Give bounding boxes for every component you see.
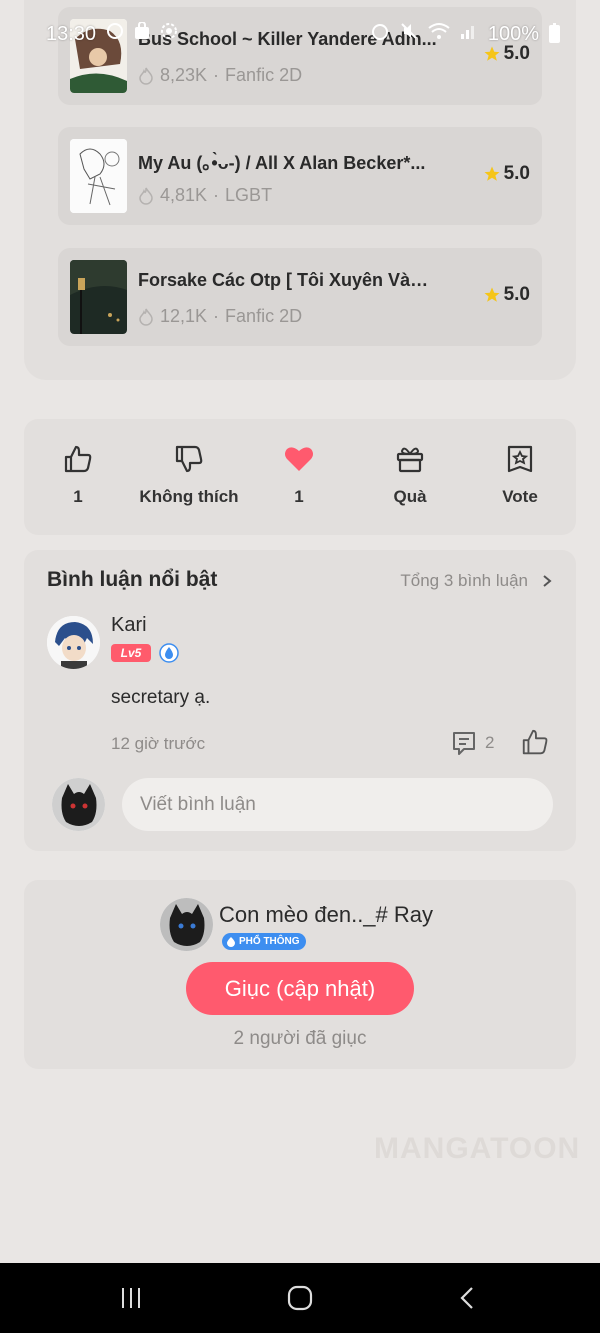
novel-views: 4,81K (160, 185, 208, 205)
vote-label: Vote (502, 487, 538, 506)
novel-genre: Fanfic 2D (225, 306, 303, 326)
comments-section: Bình luận nổi bật Tổng 3 bình luận Kari … (24, 550, 576, 851)
shopping-bag-icon (134, 21, 150, 46)
fire-icon (139, 308, 153, 326)
comment-input[interactable] (122, 778, 553, 831)
my-avatar (52, 778, 105, 831)
author-section: Con mèo đen.._# Ray PHỔ THÔNG Giục (cập … (24, 880, 576, 1069)
comment-text: secretary ạ. (111, 687, 211, 708)
drop-icon (227, 937, 235, 947)
dislike-button[interactable]: Không thích (129, 443, 249, 507)
fire-icon (139, 187, 153, 205)
vote-ticket-icon (507, 445, 533, 473)
settings-icon (160, 22, 178, 46)
avatar[interactable] (47, 616, 100, 669)
heart-icon (285, 447, 313, 471)
notification-icon (106, 22, 124, 46)
comment-like-button[interactable] (520, 727, 550, 762)
novel-item[interactable]: My Au (｡•̀ᴗ-) / All X Alan Becker*... 4,… (58, 127, 542, 225)
vote-button[interactable]: Vote (460, 443, 580, 507)
reply-button[interactable]: 2 (451, 730, 494, 756)
novel-meta: 4,81K · LGBT (138, 185, 272, 206)
love-button[interactable]: 1 (239, 443, 359, 507)
like-count: 1 (73, 487, 83, 506)
novel-meta: 12,1K · Fanfic 2D (138, 306, 302, 327)
all-comments-link[interactable]: Tổng 3 bình luận (400, 571, 552, 591)
thumbs-up-icon (64, 445, 92, 473)
status-time: 13:30 (46, 22, 97, 45)
gift-icon (396, 447, 424, 473)
action-bar: 1 Không thích 1 Quà Vote (24, 419, 576, 535)
like-button[interactable]: 1 (18, 443, 138, 507)
battery-icon (549, 23, 560, 43)
back-button[interactable] (456, 1285, 480, 1316)
mute-icon (400, 22, 418, 46)
back-icon (460, 1287, 473, 1309)
novel-title: My Au (｡•̀ᴗ-) / All X Alan Becker*... (138, 153, 426, 173)
signal-icon (460, 22, 478, 46)
level-badge: Lv5 (111, 644, 151, 662)
comment-bubble-icon (453, 732, 475, 755)
battery-level: 100% (487, 22, 539, 45)
membership-drop-icon (159, 643, 179, 663)
author-name[interactable]: Con mèo đen.._# Ray (219, 902, 433, 928)
comment-time: 12 giờ trước (111, 734, 206, 753)
sync-icon (370, 23, 390, 46)
chevron-right-icon (543, 575, 552, 587)
star-icon (484, 287, 500, 302)
novel-views: 12,1K (160, 306, 208, 326)
urge-count: 2 người đã giục (233, 1028, 367, 1049)
thumbs-down-icon (175, 445, 203, 473)
dislike-label: Không thích (139, 487, 239, 506)
novel-genre: LGBT (225, 185, 273, 205)
author-avatar[interactable] (160, 898, 213, 951)
status-bar: 13:30 100% (0, 0, 600, 70)
tier-badge: PHỔ THÔNG (222, 933, 306, 950)
comments-title: Bình luận nổi bật (47, 568, 218, 591)
reply-count: 2 (485, 733, 495, 752)
thumbs-up-icon (522, 729, 548, 755)
navigation-bar (0, 1263, 600, 1333)
novel-rating: 5.0 (483, 284, 530, 306)
home-icon (287, 1285, 313, 1311)
wifi-icon (428, 22, 450, 46)
love-count: 1 (294, 487, 304, 506)
home-button[interactable] (286, 1285, 314, 1316)
novel-cover (70, 139, 127, 213)
novel-cover (70, 260, 127, 334)
recent-apps-button[interactable] (118, 1285, 144, 1316)
recent-apps-icon (122, 1288, 140, 1308)
novel-title: Forsake Các Otp [ Tôi Xuyên Vào ... (138, 270, 438, 290)
novel-item[interactable]: Forsake Các Otp [ Tôi Xuyên Vào ... 12,1… (58, 248, 542, 346)
comment-username[interactable]: Kari (111, 614, 147, 637)
gift-button[interactable]: Quà (350, 443, 470, 507)
gift-label: Quà (393, 487, 427, 506)
star-icon (484, 166, 500, 181)
novel-rating: 5.0 (483, 163, 530, 185)
watermark: MANGATOON (374, 1132, 581, 1165)
urge-update-button[interactable]: Giục (cập nhật) (186, 962, 414, 1015)
